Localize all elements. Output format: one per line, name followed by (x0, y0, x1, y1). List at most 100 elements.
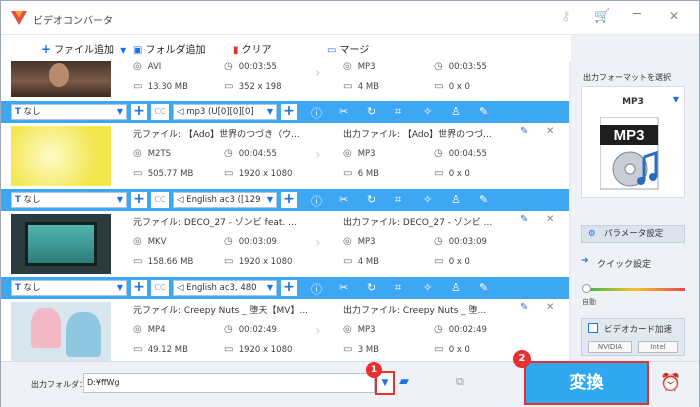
subtitle-select[interactable]: T なし ▼ (11, 280, 127, 296)
cc-icon[interactable]: CC (151, 104, 169, 120)
dropdown-arrow-icon[interactable]: ▼ (120, 46, 126, 55)
crop-icon[interactable]: ⌗ (395, 193, 401, 207)
watermark-icon[interactable]: ♙ (451, 193, 461, 206)
close-button[interactable]: ✕ (669, 9, 679, 23)
convert-button[interactable]: 変換 (524, 361, 649, 405)
rotate-icon[interactable]: ↻ (367, 281, 376, 294)
clock-icon: ◷ (434, 236, 443, 247)
resolution-icon: ▭ (434, 81, 444, 92)
rename-pen-icon[interactable]: ✎ (520, 302, 528, 313)
format-selector[interactable]: MP3 ▼ MP3 (581, 86, 685, 198)
title-bar: ビデオコンバータ ⚷ 🛒 ─ ✕ (1, 1, 699, 35)
add-file-button[interactable]: + ファイル追加 ▼ (41, 41, 126, 56)
crop-icon[interactable]: ⌗ (395, 281, 401, 295)
source-filename: 元ファイル: Creepy Nuts _ 堕天【MV】... (133, 306, 309, 316)
text-icon: T (15, 107, 21, 117)
intel-badge: Intel (638, 341, 678, 353)
audio-track-select[interactable]: ◁ mp3 (U[0][0][0] ▼ (173, 104, 277, 120)
convert-arrow-icon: › (315, 323, 321, 339)
panel-title: 出力フォーマットを選択 (583, 73, 671, 82)
rotate-icon[interactable]: ↻ (367, 193, 376, 206)
chevron-down-icon: ▼ (266, 195, 273, 204)
quality-slider[interactable] (585, 288, 685, 291)
audio-track-select[interactable]: ◁ English ac3 ([129 ▼ (173, 192, 277, 208)
rename-pen-icon[interactable]: ✎ (520, 214, 528, 225)
add-subtitle-button[interactable]: + (131, 104, 147, 120)
subtitle-select[interactable]: T なし ▼ (11, 104, 127, 120)
add-subtitle-button[interactable]: + (131, 192, 147, 208)
minimize-button[interactable]: ─ (633, 7, 641, 22)
effects-icon[interactable]: ✧ (423, 281, 432, 294)
subtitle-select[interactable]: T なし ▼ (11, 192, 127, 208)
chevron-down-icon: ▼ (672, 95, 679, 104)
crop-icon[interactable]: ⌗ (395, 105, 401, 119)
list-item[interactable]: ◎ AVI ◷ 00:03:55 ▭ 13.30 MB ▭ 352 x 198 … (1, 61, 569, 97)
list-item[interactable]: 元ファイル: Creepy Nuts _ 堕天【MV】... 出力ファイル: C… (1, 299, 569, 361)
video-thumbnail (11, 126, 111, 186)
cut-icon[interactable]: ✂ (339, 193, 348, 206)
add-audio-button[interactable]: + (281, 104, 297, 120)
parameter-settings-button[interactable]: ⚙ パラメータ設定 (581, 225, 685, 243)
trash-icon: ▮ (233, 45, 239, 56)
output-format-panel: 出力フォーマットを選択 MP3 ▼ MP3 ⚙ パラメータ設定 ➜ クイック設定 自… (571, 35, 699, 361)
gpu-acceleration-box: ビデオカード加速 NVIDIA Intel (581, 318, 685, 356)
edit-toolbar: T なし ▼ + CC ◁ mp3 (U[0][0][0] ▼ + ⓘ ✂ ↻ ⌗ … (1, 101, 569, 123)
edit-icon[interactable]: ✎ (479, 281, 488, 294)
info-icon[interactable]: ⓘ (311, 193, 322, 209)
edit-icon[interactable]: ✎ (479, 105, 488, 118)
settings-icon: ⚙ (588, 229, 596, 239)
format-icon: ◎ (133, 324, 142, 335)
gpu-checkbox[interactable] (588, 323, 598, 333)
text-icon: T (15, 283, 21, 293)
add-subtitle-button[interactable]: + (131, 280, 147, 296)
app-window: ビデオコンバータ ⚷ 🛒 ─ ✕ + ファイル追加 ▼ ▣ フォルダ追加 ▮ クリア ▭… (0, 0, 700, 407)
key-icon[interactable]: ⚷ (561, 9, 571, 24)
list-item[interactable]: 元ファイル: 【Ado】世界のつづき（ウ... 出力ファイル: 【Ado】世界の… (1, 123, 569, 189)
remove-icon[interactable]: ✕ (546, 214, 554, 225)
add-audio-button[interactable]: + (281, 280, 297, 296)
file-size-icon: ▭ (133, 81, 143, 92)
source-filename: 元ファイル: 【Ado】世界のつづき（ウ... (133, 130, 300, 140)
convert-arrow-icon: › (315, 147, 321, 163)
folder-plus-icon: ▣ (133, 45, 143, 56)
edit-icon[interactable]: ✎ (479, 193, 488, 206)
video-thumbnail (11, 302, 111, 361)
cc-icon[interactable]: CC (151, 280, 169, 296)
toolbar: + ファイル追加 ▼ ▣ フォルダ追加 ▮ クリア ▭ マージ (1, 35, 569, 61)
output-folder-input[interactable]: D:¥ffWg (83, 373, 375, 393)
remove-icon[interactable]: ✕ (546, 302, 554, 313)
merge-button[interactable]: ▭ マージ (327, 41, 369, 56)
info-icon[interactable]: ⓘ (311, 105, 322, 121)
cut-icon[interactable]: ✂ (339, 281, 348, 294)
remove-icon[interactable]: ✕ (546, 126, 554, 137)
slider-knob[interactable] (582, 284, 591, 293)
output-filename: 出力ファイル: DECO_27 - ゾンビ ... (343, 218, 493, 228)
watermark-icon[interactable]: ♙ (451, 105, 461, 118)
file-size-icon: ▭ (343, 256, 353, 267)
cc-icon[interactable]: CC (151, 192, 169, 208)
clock-icon: ◷ (434, 61, 443, 72)
watermark-icon[interactable]: ♙ (451, 281, 461, 294)
cut-icon[interactable]: ✂ (339, 105, 348, 118)
lightning-icon: ➜ (581, 256, 589, 266)
list-item[interactable]: 元ファイル: DECO_27 - ゾンビ feat. ... 出力ファイル: D… (1, 211, 569, 277)
add-folder-button[interactable]: ▣ フォルダ追加 (133, 41, 205, 56)
chevron-down-icon: ▼ (116, 195, 123, 204)
output-folder-label: 出力フォルダ： (31, 380, 87, 389)
merge-icon[interactable]: ⧉ (456, 375, 464, 389)
output-filename: 出力ファイル: Creepy Nuts _ 堕... (343, 306, 487, 316)
cart-icon[interactable]: 🛒 (594, 9, 610, 24)
rename-pen-icon[interactable]: ✎ (520, 126, 528, 137)
clear-button[interactable]: ▮ クリア (233, 41, 272, 56)
effects-icon[interactable]: ✧ (423, 193, 432, 206)
audio-track-select[interactable]: ◁ English ac3, 480 ▼ (173, 280, 277, 296)
info-icon[interactable]: ⓘ (311, 281, 322, 297)
add-audio-button[interactable]: + (281, 192, 297, 208)
alarm-clock-icon[interactable]: ⏰ (660, 373, 681, 393)
file-size-icon: ▭ (343, 344, 353, 355)
rotate-icon[interactable]: ↻ (367, 105, 376, 118)
effects-icon[interactable]: ✧ (423, 105, 432, 118)
folder-icon[interactable]: ▰ (399, 374, 409, 389)
chevron-down-icon: ▼ (266, 107, 273, 116)
audio-icon: ◁ (177, 283, 184, 293)
